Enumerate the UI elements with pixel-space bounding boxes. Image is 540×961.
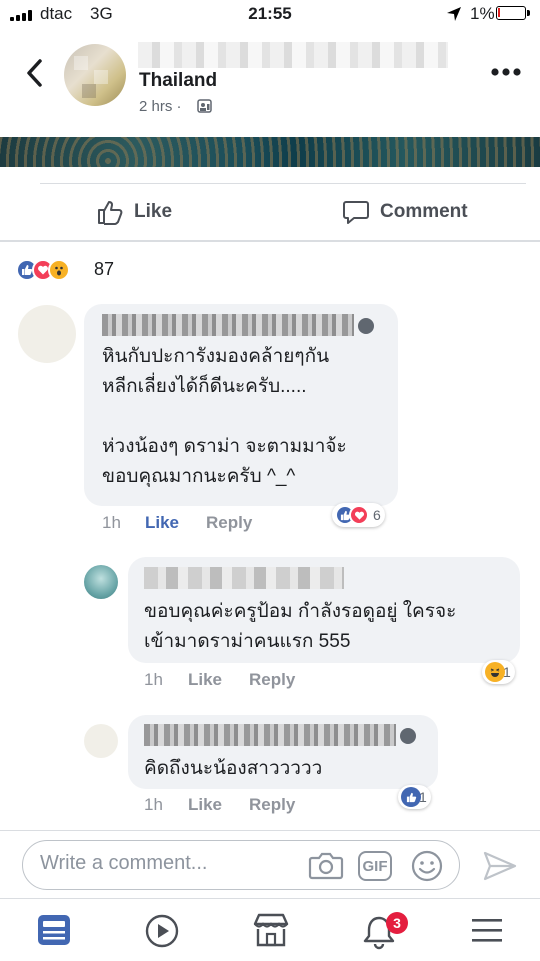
top-fan-badge-icon <box>358 318 374 334</box>
news-feed-icon[interactable] <box>36 912 72 948</box>
battery-icon <box>496 6 530 20</box>
comment-time: 1h <box>102 513 121 532</box>
send-icon[interactable] <box>482 850 518 882</box>
status-bar: dtac 3G 21:55 1% <box>0 0 540 30</box>
commenter-avatar[interactable] <box>84 565 118 599</box>
reaction-count[interactable]: 87 <box>94 259 114 280</box>
divider <box>0 830 540 831</box>
comment-like-button[interactable]: Like <box>145 513 179 533</box>
menu-hamburger-icon[interactable] <box>470 914 504 946</box>
post-location[interactable]: Thailand <box>139 70 217 92</box>
author-name-redacted[interactable] <box>138 42 448 68</box>
sticker-smiley-icon[interactable] <box>410 849 444 883</box>
comment-label: Comment <box>380 201 468 222</box>
comment-text: ขอบคุณค่ะครูป้อม กำลังรอดูอยู่ ใครจะ เข้… <box>144 601 457 652</box>
commenter-name-redacted[interactable] <box>144 567 344 589</box>
author-avatar[interactable] <box>64 44 126 106</box>
more-options-icon[interactable] <box>490 66 522 78</box>
post-time: 2 hrs · <box>139 98 182 115</box>
post-photo[interactable] <box>0 137 540 167</box>
watch-video-icon[interactable] <box>144 913 180 949</box>
like-label: Like <box>134 201 173 222</box>
gif-icon[interactable]: GIF <box>358 851 392 881</box>
battery-percent: 1% <box>470 4 495 23</box>
back-arrow-icon[interactable] <box>24 58 46 88</box>
top-fan-badge-icon <box>400 728 416 744</box>
thumbs-up-icon <box>98 201 123 225</box>
comment-reply-button[interactable]: Reply <box>206 513 252 533</box>
comment-button[interactable]: Comment <box>342 196 468 228</box>
notification-count-badge: 3 <box>386 912 408 934</box>
comment-reactions[interactable]: 6 <box>332 503 385 527</box>
comment-time: 1h <box>144 795 163 814</box>
comment-input-placeholder[interactable]: Write a comment... <box>40 852 207 875</box>
commenter-avatar[interactable] <box>18 305 76 363</box>
comment-time: 1h <box>144 670 163 689</box>
comment-reactions[interactable]: 1 <box>398 785 431 809</box>
speech-bubble-icon <box>343 201 369 224</box>
comment-text: หินกับปะการังมองคล้ายๆกัน หลีกเลี่ยงได้ก… <box>102 346 347 487</box>
divider <box>40 183 526 184</box>
comment-reaction-count: 6 <box>373 507 381 523</box>
comment-like-button[interactable]: Like <box>188 795 222 815</box>
comment-like-button[interactable]: Like <box>188 670 222 690</box>
wow-reaction-icon <box>48 259 70 281</box>
comment-reactions[interactable]: 1 <box>482 660 515 684</box>
comment-reply-button[interactable]: Reply <box>249 670 295 690</box>
divider <box>0 240 540 242</box>
love-reaction-icon <box>349 505 369 525</box>
commenter-name-redacted[interactable] <box>144 724 396 746</box>
comment-reply-button[interactable]: Reply <box>249 795 295 815</box>
marketplace-icon[interactable] <box>252 912 290 948</box>
commenter-name-redacted[interactable] <box>102 314 354 336</box>
haha-reaction-icon <box>485 662 505 682</box>
reaction-summary[interactable] <box>16 258 70 282</box>
like-button[interactable]: Like <box>96 196 172 228</box>
like-reaction-icon <box>401 787 421 807</box>
audience-friends-icon[interactable] <box>197 99 212 113</box>
comment-text: คิดถึงนะน้องสาววววว <box>144 758 323 779</box>
commenter-avatar[interactable] <box>84 724 118 758</box>
camera-icon[interactable] <box>308 850 344 882</box>
location-arrow-icon <box>447 7 461 21</box>
